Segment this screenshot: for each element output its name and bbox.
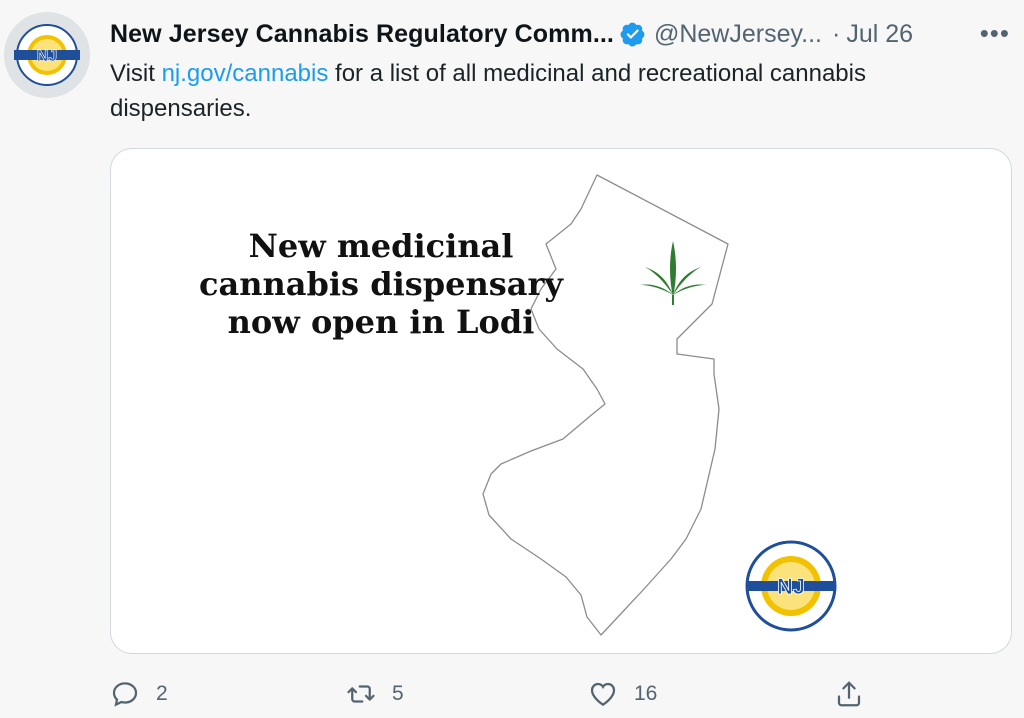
- more-icon[interactable]: •••: [980, 18, 1010, 49]
- reply-icon: [112, 682, 138, 707]
- separator-dot: ·: [831, 19, 841, 48]
- avatar-monogram: NJ: [37, 48, 57, 65]
- author-handle[interactable]: @NewJersey...: [654, 20, 822, 49]
- share-icon: [837, 681, 861, 707]
- like-button[interactable]: 16: [588, 679, 657, 709]
- like-icon: [590, 682, 616, 706]
- dispensary-link[interactable]: nj.gov/cannabis: [162, 60, 329, 87]
- retweet-button[interactable]: 5: [346, 679, 404, 709]
- new-jersey-map-outline: [482, 174, 729, 636]
- author-name[interactable]: New Jersey Cannabis Regulatory Comm...: [110, 20, 614, 49]
- reply-count: 2: [156, 682, 168, 705]
- share-button[interactable]: [834, 679, 864, 709]
- retweet-count: 5: [392, 682, 404, 705]
- verified-badge-icon: [620, 22, 645, 47]
- njcrc-logo-icon: NJ: [4, 12, 90, 98]
- like-count: 16: [634, 682, 658, 705]
- retweet-icon: [347, 685, 375, 703]
- avatar[interactable]: NJ: [4, 12, 90, 98]
- media-headline: New medicinal cannabis dispensary now op…: [181, 227, 581, 341]
- seal-monogram: NJ: [777, 574, 805, 599]
- tweet-text-prefix: Visit: [110, 60, 162, 87]
- tweet-text: Visit nj.gov/cannabis for a list of all …: [110, 56, 1000, 126]
- headline-line-2: cannabis dispensary: [199, 265, 563, 303]
- headline-line-1: New medicinal: [248, 227, 514, 265]
- headline-line-3: now open in Lodi: [227, 303, 535, 341]
- njcrc-seal-icon: NJ: [745, 540, 837, 632]
- tweet-header: New Jersey Cannabis Regulatory Comm... @…: [110, 16, 1024, 52]
- tweet-media-image[interactable]: New medicinal cannabis dispensary now op…: [110, 148, 1012, 654]
- reply-button[interactable]: 2: [110, 679, 168, 709]
- tweet-date[interactable]: Jul 26: [846, 20, 913, 49]
- cannabis-leaf-icon: [640, 241, 706, 305]
- tweet-actions: 2 5 16: [110, 676, 990, 712]
